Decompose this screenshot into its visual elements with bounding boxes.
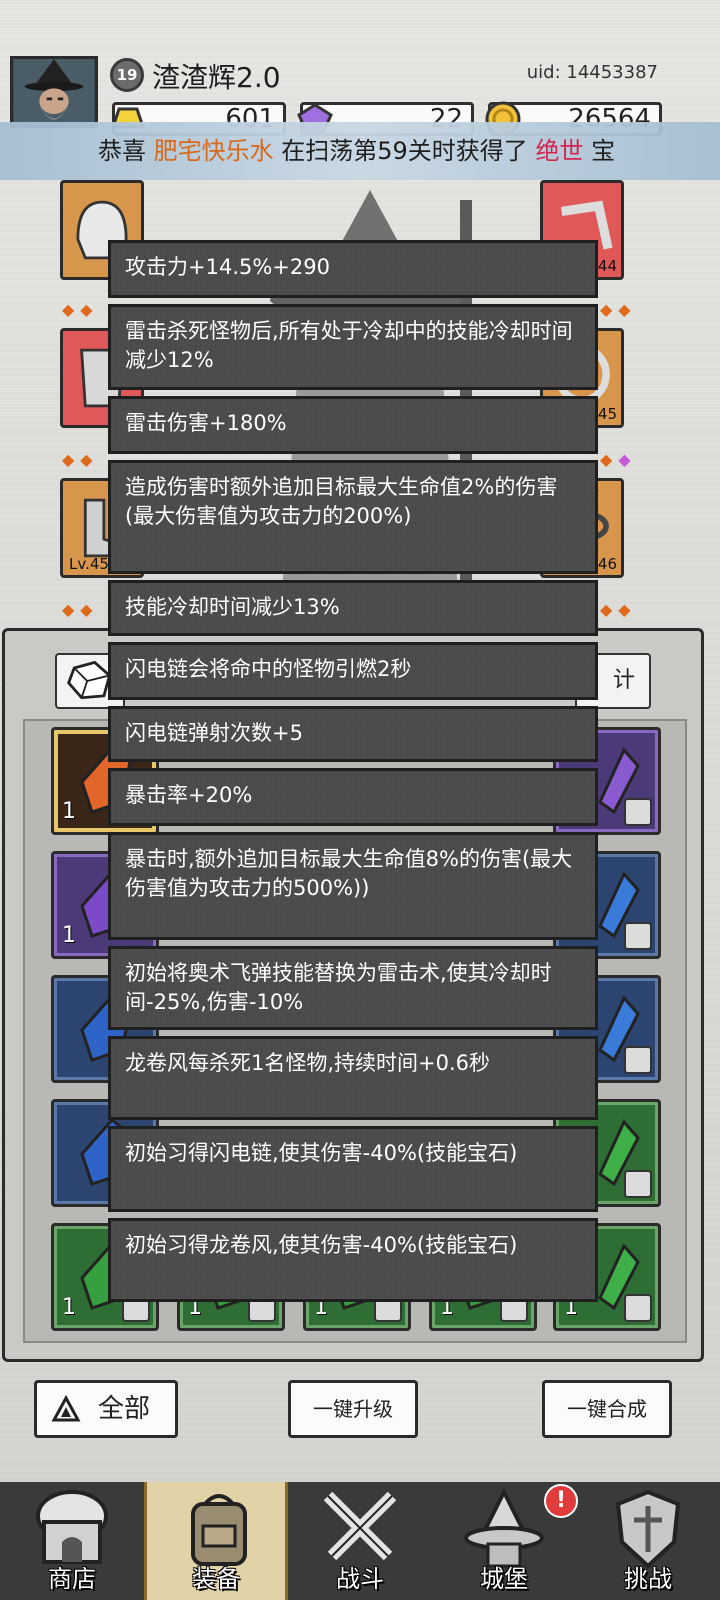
merge-all-button[interactable]: 一键合成	[542, 1380, 672, 1438]
rank-diamonds: ◆◆	[600, 450, 637, 469]
effect-line: 初始将奥术飞弹技能替换为雷击术,使其冷却时间-25%,伤害-10%	[108, 946, 598, 1030]
nav-shop-label: 商店	[48, 1565, 96, 1593]
bottom-nav: 商店 装备 战斗 城堡 挑战	[0, 1482, 720, 1600]
nav-battle-label: 战斗	[336, 1565, 384, 1593]
nav-battle[interactable]: 战斗	[288, 1482, 432, 1600]
marquee-prefix: 恭喜	[98, 137, 154, 165]
announcement-marquee: 恭喜 肥宅快乐水 在扫荡第59关时获得了 绝世 宝	[0, 122, 720, 180]
rank-diamonds: ◆◆	[600, 300, 637, 319]
player-uid: uid: 14453387	[526, 62, 658, 83]
effect-line: 初始习得闪电链,使其伤害-40%(技能宝石)	[108, 1126, 598, 1212]
effect-line: 雷击伤害+180%	[108, 396, 598, 454]
castle-alert-badge: !	[544, 1484, 578, 1518]
marquee-rarity: 绝世	[535, 137, 584, 165]
triangle-up-icon	[51, 1395, 81, 1422]
effect-line: 暴击率+20%	[108, 768, 598, 826]
marquee-suffix: 宝	[583, 137, 616, 165]
effect-line: 龙卷风每杀死1名怪物,持续时间+0.6秒	[108, 1036, 598, 1120]
marquee-middle: 在扫荡第59关时获得了	[273, 137, 536, 165]
marquee-player: 肥宅快乐水	[153, 137, 274, 165]
effect-line: 技能冷却时间减少13%	[108, 580, 598, 636]
weapon-mini-icon	[624, 1294, 652, 1322]
effect-line: 初始习得龙卷风,使其伤害-40%(技能宝石)	[108, 1218, 598, 1302]
effect-line: 造成伤害时额外追加目标最大生命值2%的伤害(最大伤害值为攻击力的200%)	[108, 460, 598, 574]
player-avatar[interactable]	[10, 56, 98, 128]
level-badge: 19	[110, 58, 144, 92]
rank-diamonds: ◆◆	[62, 600, 99, 619]
gem-count: 1	[62, 1295, 76, 1320]
nav-equipment-label: 装备	[192, 1565, 240, 1593]
nav-equipment[interactable]: 装备	[144, 1482, 288, 1600]
gem-count: 1	[62, 923, 76, 948]
effect-line: 暴击时,额外追加目标最大生命值8%的伤害(最大伤害值为攻击力的500%))	[108, 832, 598, 940]
effect-line: 攻击力+14.5%+290	[108, 240, 598, 298]
helmet-mini-icon	[624, 798, 652, 826]
effect-line: 雷击杀死怪物后,所有处于冷却中的技能冷却时间减少12%	[108, 304, 598, 390]
filter-all-button[interactable]: 全部	[34, 1380, 178, 1438]
rank-diamonds: ◆◆	[62, 450, 99, 469]
necklace-mini-icon	[624, 922, 652, 950]
nav-shop[interactable]: 商店	[0, 1482, 144, 1600]
equip-level: Lv.45	[69, 555, 109, 573]
nav-challenge[interactable]: 挑战	[576, 1482, 720, 1600]
rank-diamonds: ◆◆	[62, 300, 99, 319]
filter-all-label: 全部	[97, 1394, 150, 1424]
effect-line: 闪电链会将命中的怪物引燃2秒	[108, 642, 598, 700]
player-name: 渣渣辉2.0	[152, 61, 281, 94]
wizard-portrait-icon	[13, 59, 95, 125]
ring-mini-icon	[624, 1046, 652, 1074]
armor-mini-icon	[624, 1170, 652, 1198]
upgrade-all-button[interactable]: 一键升级	[288, 1380, 418, 1438]
nav-challenge-label: 挑战	[624, 1565, 672, 1593]
gem-count: 1	[62, 799, 76, 824]
nav-castle-label: 城堡	[480, 1565, 528, 1593]
effect-line: 闪电链弹射次数+5	[108, 706, 598, 762]
rank-diamonds: ◆◆	[600, 600, 637, 619]
